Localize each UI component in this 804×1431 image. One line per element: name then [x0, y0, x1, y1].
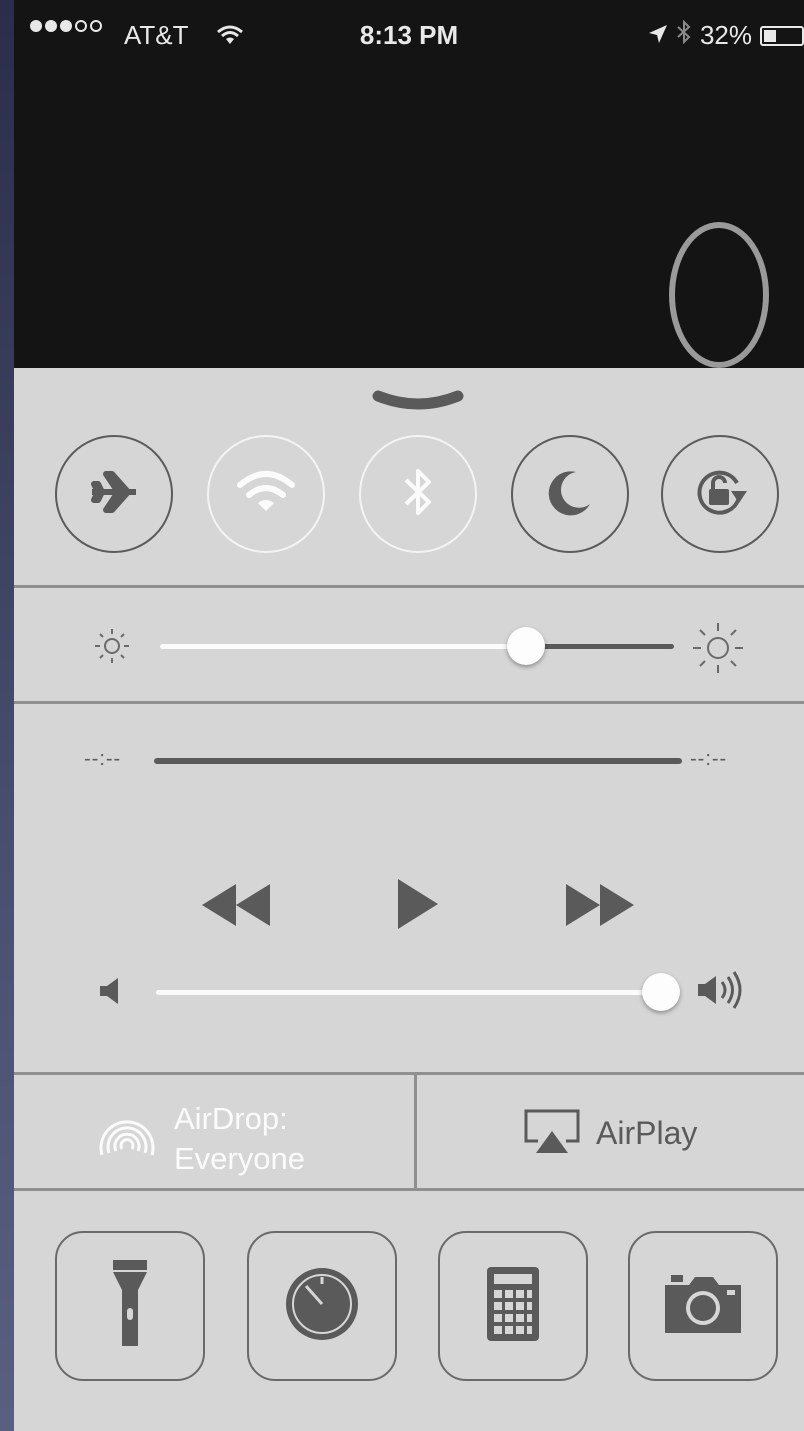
airplay-label: AirPlay: [596, 1115, 698, 1151]
remaining-time: --:--: [690, 748, 728, 770]
elapsed-time: --:--: [84, 748, 122, 770]
background-zero-glyph: [669, 222, 769, 368]
divider: [14, 1188, 804, 1191]
divider: [14, 1072, 804, 1075]
airplay-button[interactable]: AirPlay: [418, 1077, 804, 1189]
device-edge: [0, 0, 14, 1431]
play-button[interactable]: [396, 877, 440, 936]
rewind-icon: [202, 884, 270, 926]
flashlight-icon: [110, 1256, 150, 1357]
control-center: --:-- --:-- AirDrop: Everyone AirPlay: [14, 368, 804, 1431]
scrubber-track[interactable]: [154, 758, 682, 764]
bluetooth-toggle[interactable]: [359, 435, 477, 553]
wifi-toggle[interactable]: [207, 435, 325, 553]
do-not-disturb-toggle[interactable]: [511, 435, 629, 553]
flashlight-button[interactable]: [55, 1231, 205, 1381]
airplane-mode-toggle[interactable]: [55, 435, 173, 553]
status-bar: AT&T 8:13 PM 32%: [14, 0, 804, 70]
brightness-low-icon: [92, 626, 132, 671]
volume-low-icon: [98, 976, 124, 1011]
location-arrow-icon: [648, 20, 668, 51]
volume-knob[interactable]: [642, 973, 680, 1011]
rotation-lock-toggle[interactable]: [661, 435, 779, 553]
divider: [14, 585, 804, 588]
rewind-button[interactable]: [200, 882, 272, 933]
status-right: 32%: [648, 19, 804, 51]
volume-slider[interactable]: [156, 972, 680, 1012]
wifi-icon: [236, 469, 296, 520]
rotation-lock-icon: [691, 463, 749, 526]
airdrop-button[interactable]: AirDrop: Everyone: [14, 1077, 415, 1189]
phone-screen: AT&T 8:13 PM 32% --:-- --:-- AirDrop: Ev…: [14, 0, 804, 1431]
moon-icon: [544, 466, 596, 523]
play-icon: [398, 879, 438, 929]
airdrop-label: AirDrop: Everyone: [174, 1099, 305, 1179]
dismiss-grabber[interactable]: [372, 390, 464, 416]
battery-percent: 32%: [699, 20, 752, 50]
timer-icon: [284, 1266, 360, 1347]
brightness-slider[interactable]: [160, 626, 674, 666]
bluetooth-status-icon: [676, 19, 692, 51]
airdrop-setting: Everyone: [174, 1141, 305, 1176]
brightness-knob[interactable]: [507, 627, 545, 665]
fast-forward-icon: [566, 884, 634, 926]
airplane-icon: [88, 466, 140, 523]
bluetooth-icon: [401, 464, 435, 525]
camera-button[interactable]: [628, 1231, 778, 1381]
airplay-icon: [522, 1107, 582, 1162]
airdrop-icon: [96, 1107, 158, 1168]
camera-icon: [663, 1273, 743, 1340]
fast-forward-button[interactable]: [564, 882, 636, 933]
timer-button[interactable]: [247, 1231, 397, 1381]
divider: [414, 1074, 417, 1190]
airdrop-title: AirDrop:: [174, 1101, 288, 1136]
calculator-button[interactable]: [438, 1231, 588, 1381]
calculator-icon: [486, 1266, 540, 1347]
divider: [14, 701, 804, 704]
battery-icon: [760, 25, 804, 46]
volume-high-icon: [696, 970, 752, 1015]
brightness-high-icon: [690, 620, 746, 681]
